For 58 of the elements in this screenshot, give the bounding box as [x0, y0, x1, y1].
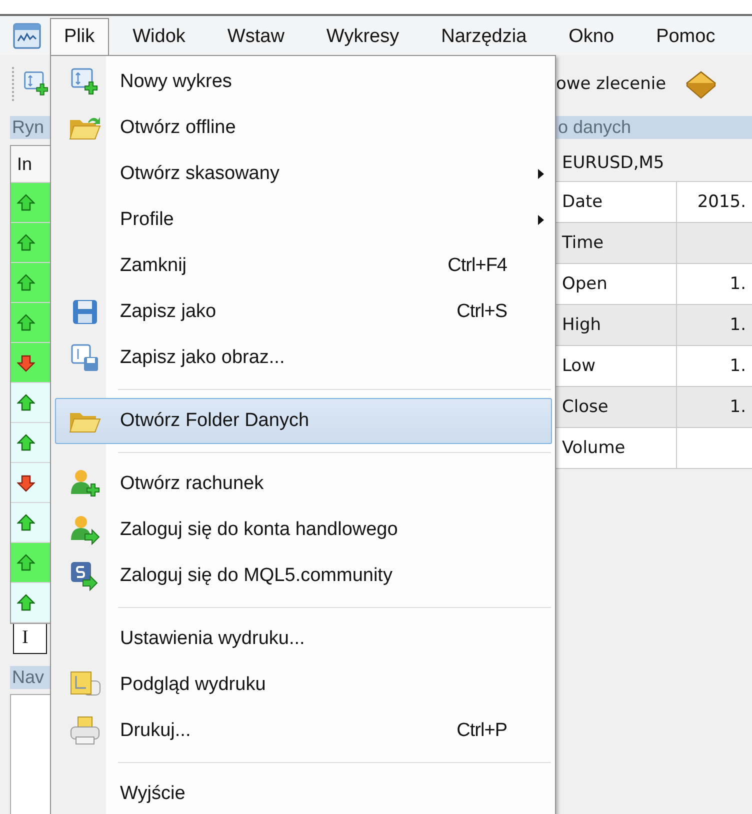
menu-item[interactable]: Wyjście	[55, 771, 552, 814]
panel-tab[interactable]: I	[13, 624, 47, 654]
table-cell-text: High	[561, 314, 602, 337]
chart-add-icon	[70, 67, 100, 97]
table-cell-text: 1.	[728, 396, 746, 419]
table-cell-text: Low	[561, 355, 596, 378]
table-cell-text: Open	[561, 273, 608, 296]
list-row[interactable]	[11, 503, 50, 543]
list-row[interactable]	[11, 383, 50, 423]
menu-bar-item[interactable]: Plik	[50, 18, 109, 55]
panel-title: o danych	[556, 116, 752, 139]
menu-item[interactable]: Zapisz jako obraz...	[55, 335, 552, 381]
list-row[interactable]	[11, 543, 50, 583]
panel-title: Nav	[10, 666, 50, 689]
menu-item[interactable]: Otwórz rachunek	[55, 461, 552, 507]
list-row[interactable]	[11, 303, 50, 343]
menu-bar-item[interactable]: Okno	[554, 18, 628, 55]
table-cell-text: Close	[561, 396, 610, 419]
list-row[interactable]	[11, 343, 50, 383]
table-cell-text: 2015.	[696, 191, 746, 214]
printer-icon	[68, 715, 102, 747]
list-row[interactable]	[11, 463, 50, 503]
table-cell-text: 1.	[728, 273, 746, 296]
menu-bar-item[interactable]: Wstaw	[213, 18, 298, 55]
submenu-arrow-icon	[537, 214, 545, 226]
list-row[interactable]	[11, 223, 50, 263]
table-cell-text: Date	[561, 191, 604, 214]
panel-title: Ryn	[10, 116, 50, 139]
list-row[interactable]	[11, 183, 50, 223]
menu-bar-item[interactable]: Pomoc	[642, 18, 730, 55]
menu-item[interactable]: Otwórz offline	[55, 105, 552, 151]
menu-item[interactable]: Zaloguj się do MQL5.community	[55, 553, 552, 599]
menu-item[interactable]: Nowy wykres	[55, 59, 552, 105]
menu-bar-item[interactable]: Widok	[118, 18, 200, 55]
submenu-arrow-icon	[537, 168, 545, 180]
menu-item[interactable]: Profile	[55, 197, 552, 243]
menu-item[interactable]: Drukuj... Ctrl+P	[55, 708, 552, 754]
menu-item[interactable]: Podgląd wydruku	[55, 662, 552, 708]
table-cell-text: 1.	[728, 314, 746, 337]
menu-item[interactable]: Otwórz skasowany	[55, 151, 552, 197]
chart-floppy-icon	[70, 343, 100, 373]
menu-bar-item[interactable]: Narzędzia	[427, 18, 541, 55]
column-header: In	[11, 146, 50, 183]
menu-item[interactable]: Zaloguj się do konta handlowego	[55, 507, 552, 553]
menu-bar-item[interactable]: Wykresy	[312, 18, 414, 55]
list-row[interactable]	[11, 423, 50, 463]
table-cell-text: Time	[561, 232, 605, 255]
toolbar-button-label[interactable]: owe zlecenie	[556, 74, 666, 94]
table-cell-text: 1.	[728, 355, 746, 378]
menu-item[interactable]: Ustawienia wydruku...	[55, 616, 552, 662]
user-arrow-icon	[69, 514, 101, 546]
menu-item[interactable]: Otwórz Folder Danych	[55, 398, 552, 444]
list-row[interactable]	[11, 263, 50, 303]
list-row[interactable]	[11, 583, 50, 623]
menu-item[interactable]: Zapisz jako Ctrl+S	[55, 289, 552, 335]
app-icon[interactable]	[12, 20, 42, 50]
table-cell-text: Volume	[561, 437, 626, 460]
menu-item[interactable]: Zamknij Ctrl+F4	[55, 243, 552, 289]
